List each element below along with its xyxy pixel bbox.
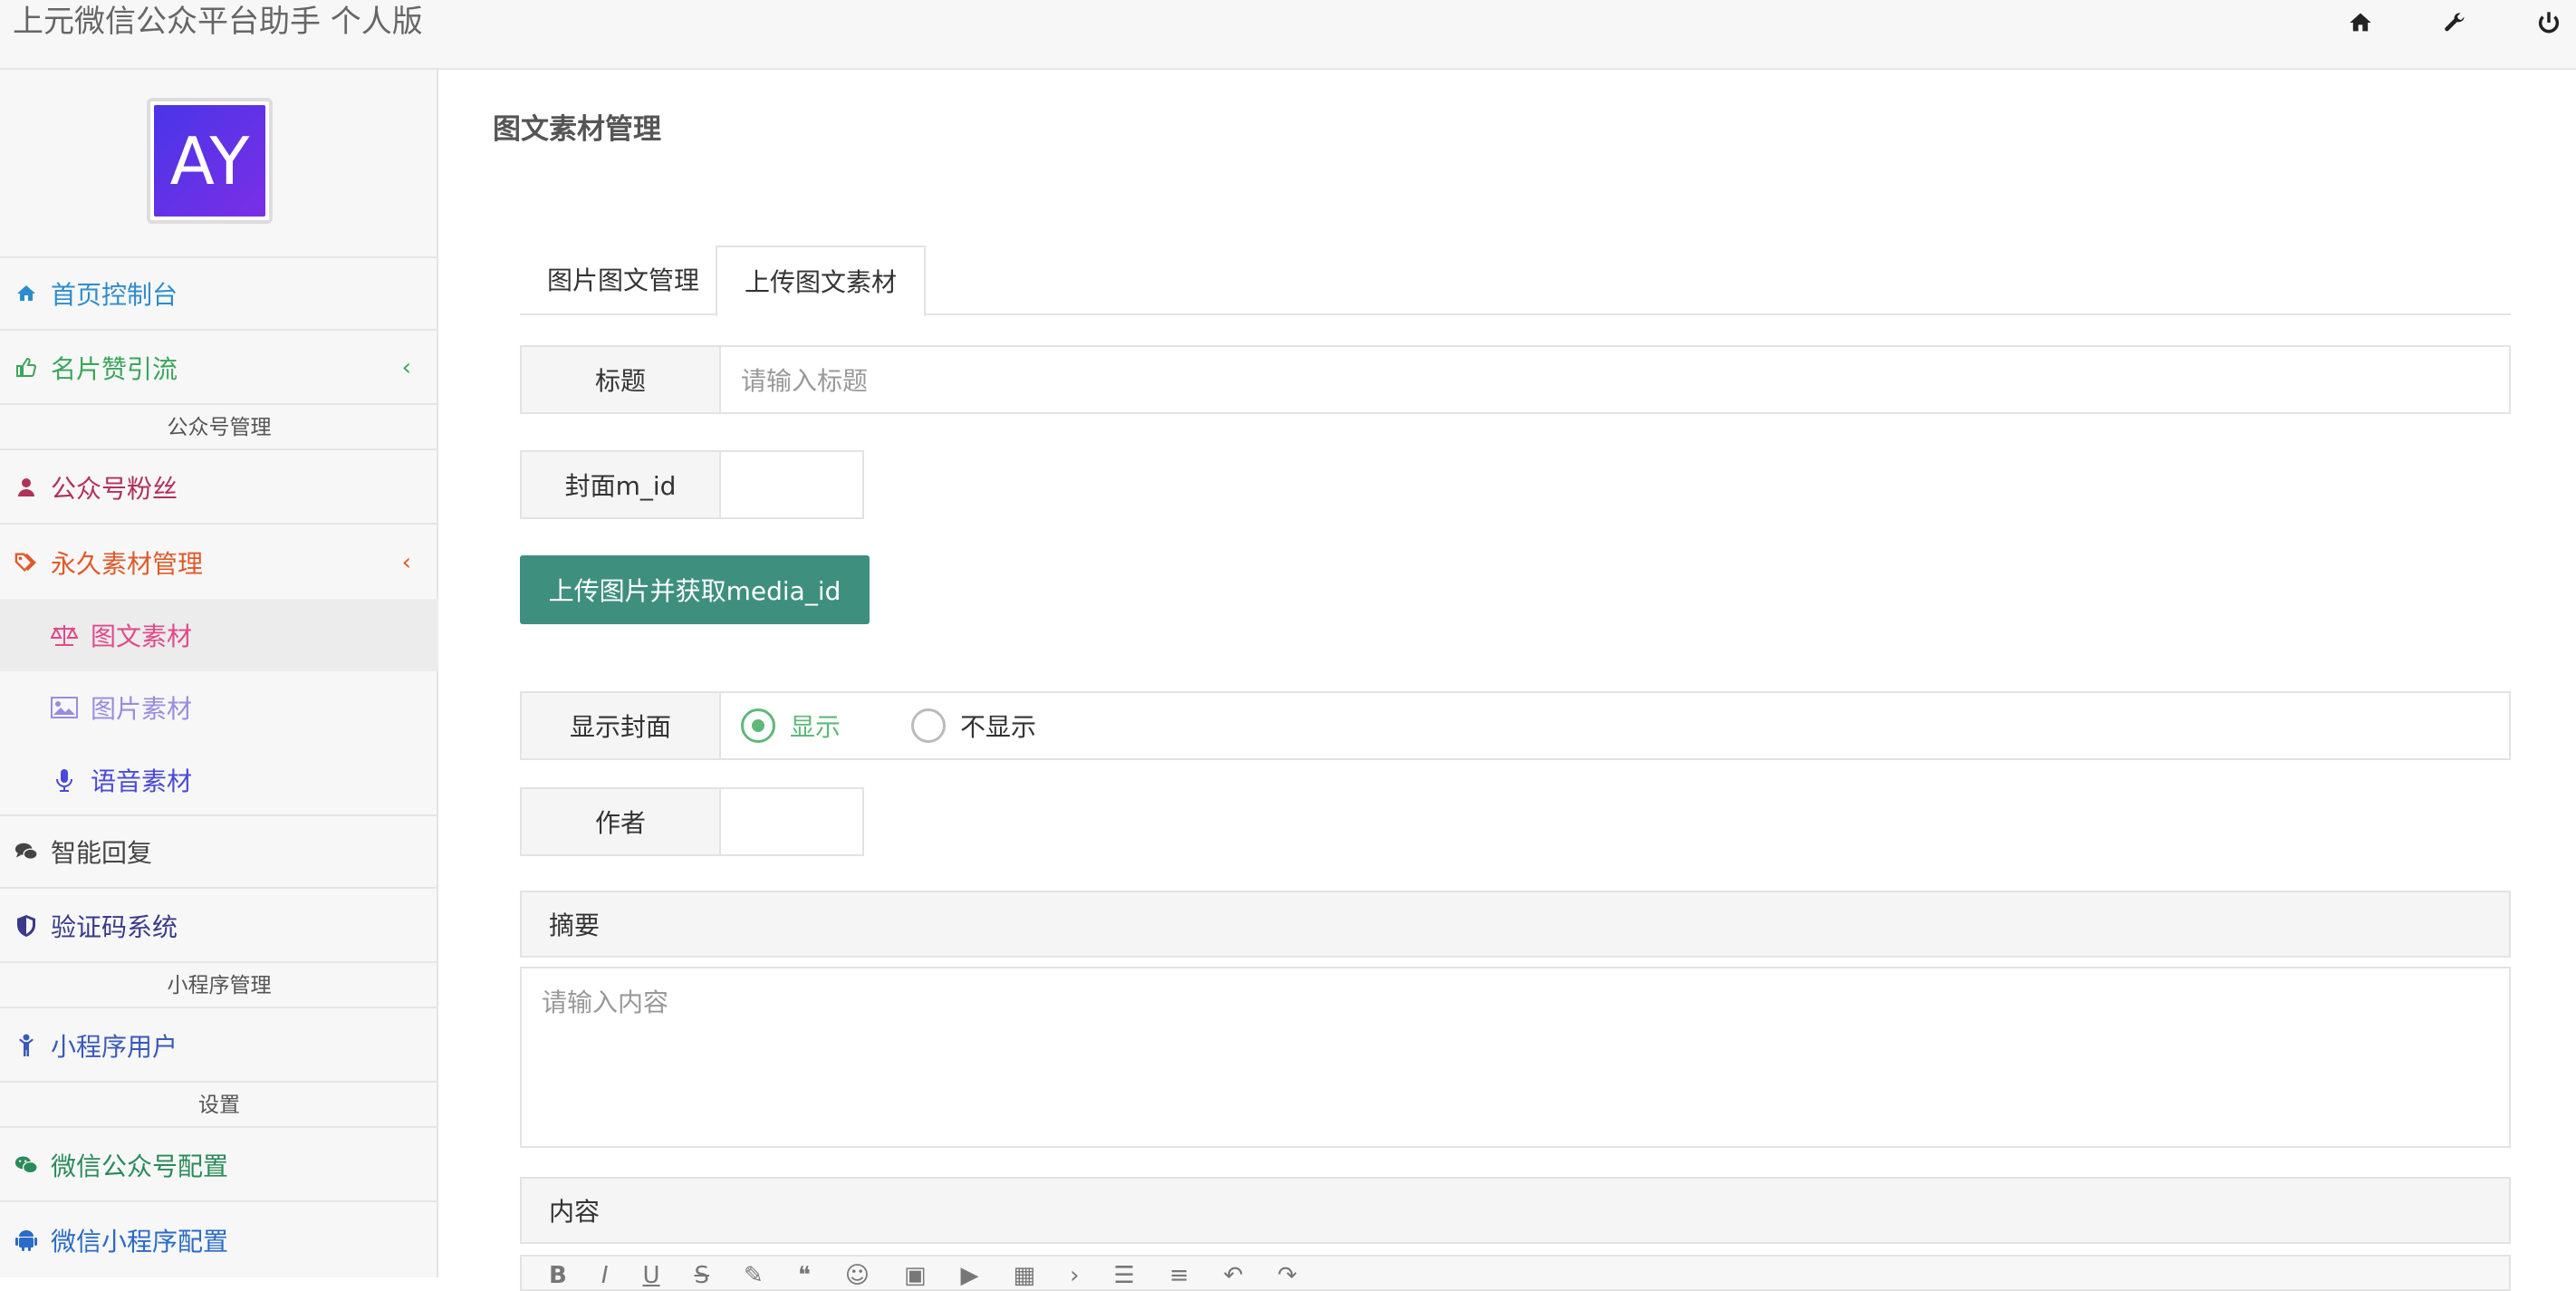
sidebar-item-label: 名片赞引流	[51, 354, 178, 384]
shield-icon	[14, 914, 38, 938]
sidebar-item-label: 微信小程序配置	[51, 1227, 229, 1257]
strikethrough-icon[interactable]: S	[695, 1262, 710, 1289]
summary-header: 摘要	[520, 891, 2511, 958]
user-icon	[14, 476, 38, 499]
show-cover-label: 显示封面	[522, 693, 721, 758]
mic-icon	[51, 766, 78, 794]
video-icon[interactable]: ▶	[961, 1262, 979, 1289]
sidebar-item-label: 首页控制台	[51, 280, 178, 310]
sidebar-item-fans[interactable]: 公众号粉丝	[0, 452, 438, 525]
main-content: 图文素材管理 图片图文管理 上传图文素材 标题 请输入标题 封面m_id 上传图…	[440, 70, 2576, 1291]
child-icon	[14, 1034, 38, 1057]
sidebar-subitem-voice-material[interactable]: 语音素材	[0, 744, 438, 816]
show-cover-options: 显示 不显示	[721, 693, 2509, 758]
sidebar-item-smart-reply[interactable]: 智能回复	[0, 816, 438, 889]
undo-icon[interactable]: ↶	[1224, 1262, 1244, 1289]
sidebar-subitem-image-material[interactable]: 图片素材	[0, 671, 438, 744]
tab-upload-article-material[interactable]: 上传图文素材	[716, 246, 927, 317]
sidebar-item-label: 智能回复	[51, 838, 153, 868]
page-title: 图文素材管理	[493, 113, 661, 146]
chevron-left-icon: ‹	[401, 354, 411, 381]
sidebar-item-label: 微信公众号配置	[51, 1151, 229, 1181]
comments-icon	[14, 840, 38, 863]
title-row: 标题 请输入标题	[520, 345, 2511, 414]
radio-show-cover[interactable]: 显示	[741, 708, 841, 744]
sidebar-item-label: 图文素材	[91, 621, 193, 651]
author-row: 作者	[520, 787, 864, 856]
avatar-text: AY	[154, 105, 265, 217]
sidebar-item-permanent-material[interactable]: 永久素材管理 ‹	[0, 526, 438, 599]
sidebar-section-header: 设置	[0, 1084, 438, 1128]
sidebar-section-header: 公众号管理	[0, 407, 438, 450]
radio-unchecked-icon	[911, 708, 947, 743]
balance-icon	[51, 621, 78, 649]
sidebar-item-label: 小程序用户	[51, 1032, 178, 1062]
underline-icon[interactable]: U	[643, 1262, 660, 1289]
title-input[interactable]: 请输入标题	[721, 347, 2509, 412]
sidebar-item-label: 公众号粉丝	[51, 474, 178, 504]
cover-mid-input[interactable]	[721, 452, 862, 517]
cover-mid-label: 封面m_id	[522, 452, 721, 517]
italic-icon[interactable]: I	[601, 1262, 609, 1289]
radio-hide-cover[interactable]: 不显示	[911, 708, 1036, 744]
wrench-icon[interactable]	[2437, 5, 2473, 41]
sidebar: AY 首页控制台 名片赞引流 ‹ 公众号管理 公众号粉丝 永久素材管理 ‹ 图文…	[0, 70, 438, 1277]
code-icon[interactable]: ›	[1070, 1262, 1079, 1289]
top-bar: 上元微信公众平台助手 个人版	[0, 0, 2576, 70]
summary-textarea[interactable]: 请输入内容	[520, 967, 2511, 1148]
sidebar-item-label: 语音素材	[91, 766, 193, 796]
author-label: 作者	[522, 789, 721, 854]
radio-label: 显示	[790, 712, 841, 742]
avatar[interactable]: AY	[147, 98, 273, 224]
radio-checked-icon	[741, 708, 775, 743]
upload-image-button[interactable]: 上传图片并获取media_id	[520, 555, 870, 624]
home-icon	[14, 282, 38, 305]
sidebar-item-wechat-config[interactable]: 微信公众号配置	[0, 1130, 438, 1202]
image-icon[interactable]: ▣	[904, 1262, 927, 1289]
tags-icon	[14, 551, 38, 574]
table-icon[interactable]: ▦	[1014, 1262, 1036, 1289]
image-icon	[51, 694, 78, 721]
home-icon[interactable]	[2342, 5, 2379, 41]
list-icon[interactable]: ☰	[1114, 1262, 1135, 1289]
align-icon[interactable]: ≡	[1169, 1262, 1189, 1289]
sidebar-item-label: 永久素材管理	[51, 549, 204, 579]
chevron-left-icon: ‹	[401, 549, 411, 576]
emoji-icon[interactable]: ☺	[845, 1262, 870, 1289]
title-label: 标题	[522, 347, 721, 412]
thumbs-up-icon	[14, 356, 38, 380]
wechat-icon	[14, 1153, 38, 1177]
sidebar-item-card-likes[interactable]: 名片赞引流 ‹	[0, 332, 438, 405]
android-icon	[14, 1228, 38, 1252]
sidebar-item-dashboard[interactable]: 首页控制台	[0, 258, 438, 331]
sidebar-item-captcha-system[interactable]: 验证码系统	[0, 891, 438, 963]
editor-toolbar: B I U S ✎ ❝ ☺ ▣ ▶ ▦ › ☰ ≡ ↶ ↷	[520, 1255, 2511, 1291]
redo-icon[interactable]: ↷	[1277, 1262, 1297, 1289]
radio-label: 不显示	[960, 712, 1037, 742]
content-header: 内容	[520, 1177, 2511, 1244]
sidebar-item-label: 验证码系统	[51, 912, 178, 942]
quote-icon[interactable]: ❝	[798, 1262, 811, 1289]
author-input[interactable]	[721, 789, 862, 854]
tab-image-article-manage[interactable]: 图片图文管理	[520, 246, 726, 317]
sidebar-item-label: 图片素材	[91, 694, 193, 724]
sidebar-item-miniprogram-users[interactable]: 小程序用户	[0, 1010, 438, 1083]
bold-icon[interactable]: B	[549, 1262, 567, 1289]
cover-mid-row: 封面m_id	[520, 450, 864, 519]
sidebar-item-miniprogram-config[interactable]: 微信小程序配置	[0, 1204, 438, 1277]
power-icon[interactable]	[2531, 5, 2567, 41]
sidebar-section-header: 小程序管理	[0, 965, 438, 1008]
sidebar-subitem-article-material[interactable]: 图文素材	[0, 599, 438, 671]
brush-icon[interactable]: ✎	[744, 1262, 764, 1289]
app-title: 上元微信公众平台助手 个人版	[13, 4, 423, 40]
tab-bar: 图片图文管理 上传图文素材	[520, 246, 2511, 317]
show-cover-row: 显示封面 显示 不显示	[520, 691, 2511, 760]
